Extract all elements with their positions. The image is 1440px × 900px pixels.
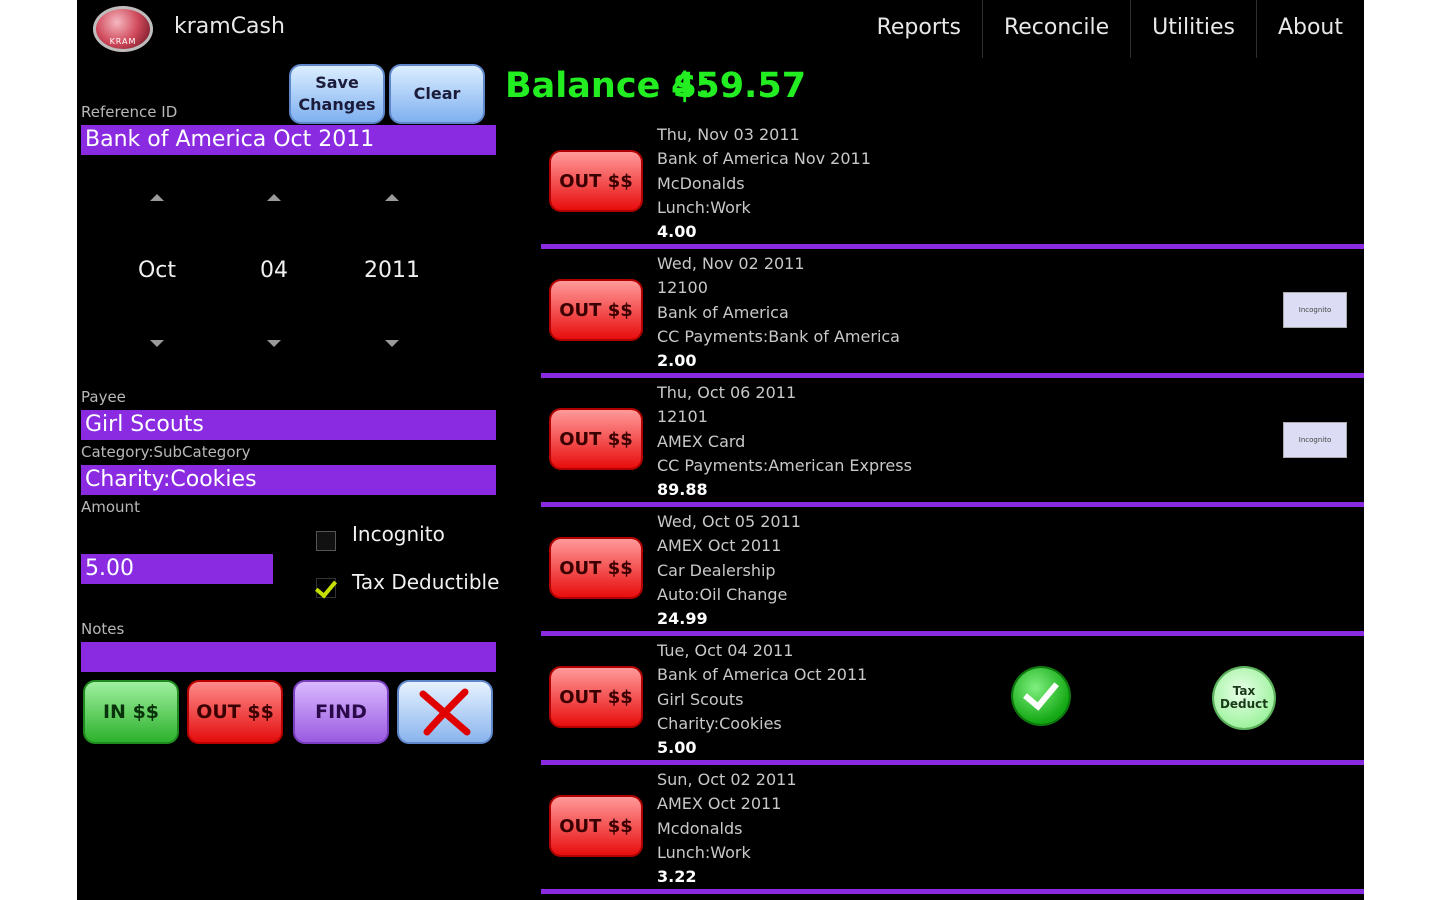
transaction-payee: AMEX Card: [657, 431, 746, 451]
payee-label: Payee: [81, 388, 126, 406]
menu-item-reports[interactable]: Reports: [856, 0, 982, 58]
notes-label: Notes: [81, 620, 125, 638]
transaction-date: Wed, Oct 05 2011: [657, 512, 801, 531]
month-down-arrow-icon[interactable]: [150, 340, 164, 347]
transaction-out-button[interactable]: OUT $$: [549, 279, 643, 341]
overflow-menu: Reports Reconcile Utilities About: [856, 0, 1364, 58]
day-value[interactable]: 04: [224, 258, 324, 283]
transaction-details: Sun, Oct 02 2011 AMEX Oct 2011 Mcdonalds…: [657, 768, 797, 889]
balance-value: 459.57: [671, 66, 807, 106]
amount-label: Amount: [81, 498, 140, 516]
logo-text: KRAM: [109, 37, 137, 46]
save-changes-button[interactable]: Save Changes: [289, 64, 385, 124]
tax-deduct-badge-icon: Tax Deduct: [1214, 668, 1274, 728]
transaction-category: CC Payments:American Express: [657, 455, 912, 475]
menu-item-reconcile[interactable]: Reconcile: [981, 0, 1130, 58]
year-up-arrow-icon[interactable]: [385, 194, 399, 201]
transaction-category: Charity:Cookies: [657, 713, 782, 733]
transaction-category: Auto:Oil Change: [657, 584, 788, 604]
transaction-payee: Girl Scouts: [657, 689, 744, 709]
transaction-category: CC Payments:Bank of America: [657, 326, 900, 346]
tax-badge-line2: Deduct: [1219, 697, 1269, 711]
kram-logo-icon[interactable]: KRAM: [93, 6, 153, 52]
transaction-details: Wed, Oct 05 2011 AMEX Oct 2011 Car Deale…: [657, 510, 801, 631]
find-button[interactable]: FIND: [293, 680, 389, 744]
incognito-badge-icon: Incognito: [1283, 422, 1347, 458]
amount-input[interactable]: 5.00: [81, 554, 273, 584]
transaction-details: Tue, Oct 04 2011 Bank of America Oct 201…: [657, 639, 867, 760]
transaction-amount: 5.00: [657, 738, 697, 758]
transaction-date: Wed, Nov 02 2011: [657, 254, 805, 273]
out-money-button[interactable]: OUT $$: [187, 680, 283, 744]
row-divider: [541, 889, 1364, 894]
transaction-payee: Car Dealership: [657, 560, 776, 580]
transaction-amount: 24.99: [657, 609, 708, 629]
transaction-out-button[interactable]: OUT $$: [549, 408, 643, 470]
transaction-reference: AMEX Oct 2011: [657, 536, 782, 556]
reference-id-label: Reference ID: [81, 103, 178, 121]
transaction-reference: Bank of America Nov 2011: [657, 149, 871, 169]
incognito-label: Incognito: [352, 522, 445, 546]
checkmark-icon: [314, 575, 338, 599]
day-up-arrow-icon[interactable]: [267, 194, 281, 201]
transaction-reference: 12101: [657, 407, 708, 427]
incognito-badge-icon: Incognito: [1283, 292, 1347, 328]
tax-deductible-label: Tax Deductible: [352, 570, 500, 594]
clear-button[interactable]: Clear: [389, 64, 485, 124]
transaction-category: Lunch:Work: [657, 197, 751, 217]
transaction-out-button[interactable]: OUT $$: [549, 537, 643, 599]
transaction-out-button[interactable]: OUT $$: [549, 150, 643, 212]
transaction-payee: Bank of America: [657, 302, 789, 322]
category-label: Category:SubCategory: [81, 443, 251, 461]
reference-id-input[interactable]: Bank of America Oct 2011: [81, 125, 496, 155]
transaction-date: Sun, Oct 02 2011: [657, 770, 797, 789]
menu-item-utilities[interactable]: Utilities: [1130, 0, 1256, 58]
day-down-arrow-icon[interactable]: [267, 340, 281, 347]
app-title: kramCash: [174, 14, 285, 39]
month-up-arrow-icon[interactable]: [150, 194, 164, 201]
tax-deductible-checkbox[interactable]: [314, 575, 338, 599]
menu-item-about[interactable]: About: [1255, 0, 1364, 58]
action-bar: KRAM kramCash Reports Reconcile Utilitie…: [77, 0, 1364, 58]
transaction-date: Tue, Oct 04 2011: [657, 641, 794, 660]
year-value[interactable]: 2011: [342, 258, 442, 283]
transaction-row[interactable]: OUT $$ Thu, Oct 06 2011 12101 AMEX Card …: [541, 378, 1364, 507]
transaction-payee: McDonalds: [657, 173, 745, 193]
green-check-icon[interactable]: [1013, 668, 1069, 724]
transaction-amount: 4.00: [657, 222, 697, 242]
save-label-line2: Changes: [298, 95, 376, 114]
year-down-arrow-icon[interactable]: [385, 340, 399, 347]
category-input[interactable]: Charity:Cookies: [81, 465, 496, 495]
payee-input[interactable]: Girl Scouts: [81, 410, 496, 440]
transaction-reference: 12100: [657, 278, 708, 298]
transaction-reference: Bank of America Oct 2011: [657, 665, 868, 685]
incognito-checkbox[interactable]: [316, 531, 336, 551]
transaction-reference: AMEX Oct 2011: [657, 794, 782, 814]
transaction-row[interactable]: OUT $$ Thu, Nov 03 2011 Bank of America …: [541, 120, 1364, 249]
transaction-row[interactable]: OUT $$ Sun, Oct 02 2011 AMEX Oct 2011 Mc…: [541, 765, 1364, 894]
transaction-amount: 3.22: [657, 867, 697, 887]
notes-input[interactable]: [81, 642, 496, 672]
transaction-details: Thu, Nov 03 2011 Bank of America Nov 201…: [657, 123, 871, 244]
transaction-row[interactable]: OUT $$ Wed, Oct 05 2011 AMEX Oct 2011 Ca…: [541, 507, 1364, 636]
month-value[interactable]: Oct: [107, 258, 207, 283]
transaction-row[interactable]: OUT $$ Tue, Oct 04 2011 Bank of America …: [541, 636, 1364, 765]
save-label-line1: Save: [315, 73, 359, 92]
transaction-amount: 89.88: [657, 480, 708, 500]
transaction-details: Thu, Oct 06 2011 12101 AMEX Card CC Paym…: [657, 381, 912, 502]
transaction-row[interactable]: OUT $$ Wed, Nov 02 2011 12100 Bank of Am…: [541, 249, 1364, 378]
transaction-date: Thu, Oct 06 2011: [657, 383, 797, 402]
transaction-date: Thu, Nov 03 2011: [657, 125, 800, 144]
in-money-button[interactable]: IN $$: [83, 680, 179, 744]
delete-button[interactable]: [397, 680, 493, 744]
transaction-out-button[interactable]: OUT $$: [549, 795, 643, 857]
app-screen: KRAM kramCash Reports Reconcile Utilitie…: [77, 0, 1364, 900]
transaction-out-button[interactable]: OUT $$: [549, 666, 643, 728]
transaction-payee: Mcdonalds: [657, 818, 743, 838]
transaction-amount: 2.00: [657, 351, 697, 371]
transaction-category: Lunch:Work: [657, 842, 751, 862]
red-x-icon: [419, 688, 471, 736]
transaction-details: Wed, Nov 02 2011 12100 Bank of America C…: [657, 252, 900, 373]
